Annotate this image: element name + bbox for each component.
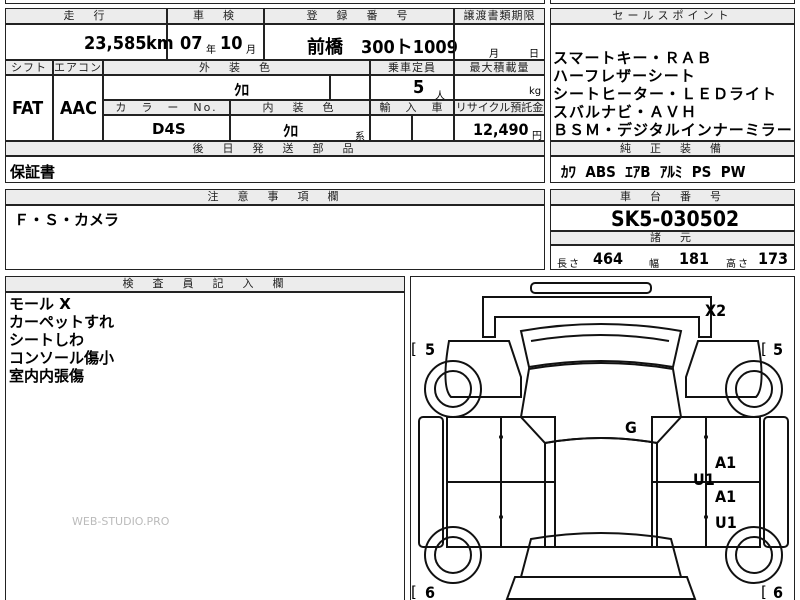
watermark: WEB-STUDIO.PRO <box>72 515 170 528</box>
equipment-box: ｶﾜ ABS ｴｱB ｱﾙﾐ PS PW <box>550 156 795 183</box>
interior-color-value: ｸﾛ <box>283 122 299 140</box>
inspector-line: モール X <box>9 295 71 313</box>
exterior-color-label: 外 装 色 <box>103 60 370 75</box>
max-load-label: 最大積載量 <box>454 60 545 75</box>
color-no-cell: D4S <box>103 115 230 141</box>
width-value: 181 <box>679 249 710 268</box>
recycle-value: 12,490 <box>473 120 529 139</box>
sales-point-line: ＢＳＭ・デジタルインナーミラー <box>553 121 793 139</box>
bracket-rr-open: [ <box>761 583 767 600</box>
bracket-fl-open: [ <box>411 340 417 358</box>
import-cell-b <box>412 115 454 141</box>
notes-label: 注 意 事 項 欄 <box>5 189 545 205</box>
import-cell-a <box>370 115 412 141</box>
inspector-box: モール X カーペットすれ シートしわ コンソール傷小 室内内張傷 WEB-ST… <box>5 292 405 600</box>
car-diagram <box>418 282 789 600</box>
inspector-line: カーペットすれ <box>9 313 115 331</box>
color-no-label: カ ラ ー No. <box>103 100 230 115</box>
damage-mark: A1 <box>715 453 737 472</box>
sales-points-label: セールスポイント <box>550 8 795 24</box>
aircon-label: エアコン <box>53 60 103 75</box>
chassis-value: SK5-030502 <box>611 207 740 231</box>
equipment-value: ｶﾜ ABS ｴｱB ｱﾙﾐ PS PW <box>561 163 746 181</box>
exterior-color-extra <box>330 75 370 100</box>
shift-label: シフト <box>5 60 53 75</box>
dimensions-box: 長さ 464 幅 181 高さ 173 <box>550 245 795 270</box>
exterior-color-cell: ｸﾛ <box>103 75 330 100</box>
tire-rear-left: 6 <box>425 583 436 600</box>
sales-points-box: スマートキー・ＲＡＢ ハーフレザーシート シートヒーター・ＬＥＤライト スバルナ… <box>550 24 795 141</box>
chassis-box: SK5-030502 <box>550 205 795 231</box>
height-label: 高さ <box>726 259 750 270</box>
inspection-year: 07 <box>180 33 203 54</box>
capacity-cell: 5 人 <box>370 75 454 102</box>
parts-box: 保証書 <box>5 156 545 183</box>
shift-cell: FAT <box>5 75 53 141</box>
damage-mark: G <box>625 418 637 437</box>
interior-color-label: 内 装 色 <box>230 100 370 115</box>
sales-point-line: スバルナビ・ＡＶＨ <box>553 103 698 121</box>
color-no-value: D4S <box>152 120 186 138</box>
notes-box: Ｆ・Ｓ・カメラ <box>5 205 545 270</box>
max-load-unit: kg <box>529 86 542 97</box>
mileage-cell: 23,585 km <box>5 24 174 60</box>
parts-value: 保証書 <box>10 163 56 181</box>
dimensions-label: 諸 元 <box>550 231 795 245</box>
registration-cell: 前橋 300ト1009 <box>264 24 458 60</box>
width-label: 幅 <box>649 259 659 270</box>
mileage-value: 23,585 <box>84 33 147 54</box>
max-load-cell: kg <box>454 75 545 100</box>
transfer-cell: 月 日 <box>454 24 545 60</box>
transfer-month-unit: 月 <box>489 49 499 60</box>
chassis-label: 車 台 番 号 <box>550 189 795 205</box>
notes-value: Ｆ・Ｓ・カメラ <box>14 211 120 229</box>
capacity-label: 乗車定員 <box>370 60 454 75</box>
aircon-cell: AAC <box>53 75 103 141</box>
tire-rear-right: 6 <box>773 583 784 600</box>
exterior-color-value: ｸﾛ <box>234 81 250 99</box>
top-cutoff-row <box>5 0 545 4</box>
tire-front-left: 5 <box>425 340 436 359</box>
sales-points-top-cutoff <box>550 0 795 4</box>
inspector-label: 検 査 員 記 入 欄 <box>5 276 405 292</box>
year-unit: 年 <box>206 45 216 56</box>
month-unit: 月 <box>246 45 256 56</box>
shift-value: FAT <box>12 98 44 119</box>
damage-mark: U1 <box>715 513 737 532</box>
length-value: 464 <box>593 249 624 268</box>
capacity-value: 5 <box>413 77 425 98</box>
damage-mark: A1 <box>715 487 737 506</box>
bracket-rl-open: [ <box>411 583 417 600</box>
recycle-cell: 12,490 円 <box>454 115 545 142</box>
equipment-label: 純 正 装 備 <box>550 141 795 156</box>
car-diagram-box: [ 5 [ 5 [ 6 [ 6 X2 G A1 U1 A1 U1 <box>410 276 795 600</box>
inspector-line: シートしわ <box>9 331 85 349</box>
recycle-label: リサイクル預託金 <box>454 100 545 115</box>
interior-color-cell: ｸﾛ 系 <box>230 115 370 143</box>
parts-label: 後 日 発 送 部 品 <box>5 141 545 156</box>
registration-value: 前橋 300ト1009 <box>307 37 458 58</box>
tire-front-right: 5 <box>773 340 784 359</box>
damage-mark: U1 <box>693 470 715 489</box>
sales-point-line: ハーフレザーシート <box>553 67 696 85</box>
inspection-label: 車 検 <box>167 8 264 24</box>
recycle-unit: 円 <box>532 131 542 142</box>
transfer-label: 譲渡書類期限 <box>454 8 545 24</box>
sales-point-line: シートヒーター・ＬＥＤライト <box>553 85 778 103</box>
damage-mark: X2 <box>705 301 727 320</box>
aircon-value: AAC <box>60 98 97 119</box>
inspector-line: コンソール傷小 <box>9 349 115 367</box>
length-label: 長さ <box>557 259 581 270</box>
sales-point-line: スマートキー・ＲＡＢ <box>553 49 713 67</box>
transfer-day-unit: 日 <box>529 49 539 60</box>
inspection-month: 10 <box>220 33 243 54</box>
registration-label: 登 録 番 号 <box>264 8 454 24</box>
inspector-line: 室内内張傷 <box>9 367 85 385</box>
inspection-cell: 07 年 10 月 <box>167 24 264 60</box>
height-value: 173 <box>758 249 789 268</box>
bracket-fr-open: [ <box>761 340 767 358</box>
import-label: 輸 入 車 <box>370 100 454 115</box>
mileage-label: 走 行 <box>5 8 167 24</box>
